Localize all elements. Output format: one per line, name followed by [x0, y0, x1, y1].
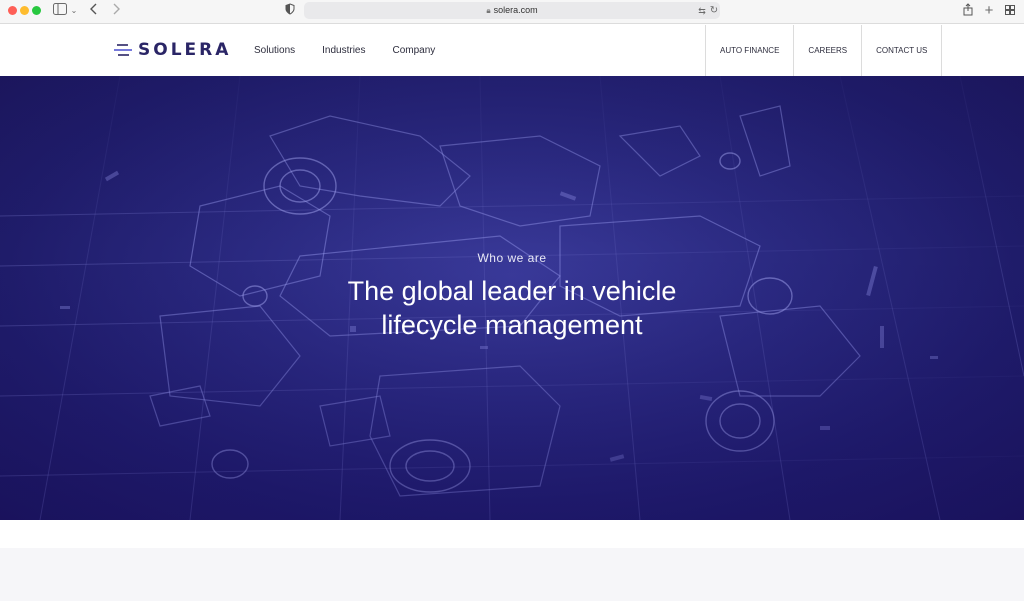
zoom-window-button[interactable] — [32, 6, 41, 15]
auto-finance-link[interactable]: AUTO FINANCE — [705, 25, 793, 76]
hero-kicker: Who we are — [477, 251, 547, 265]
hero-section: Who we are The global leader in vehicle … — [0, 76, 1024, 520]
logo-mark-icon — [114, 44, 132, 56]
chevron-left-icon[interactable] — [88, 3, 100, 19]
contact-us-link[interactable]: CONTACT US — [861, 25, 941, 76]
url-text: solera.com — [493, 5, 538, 15]
utility-nav: AUTO FINANCE CAREERS CONTACT US — [705, 25, 943, 76]
tab-overview-icon[interactable] — [1004, 3, 1016, 19]
nav-industries[interactable]: Industries — [322, 45, 365, 56]
section-spacer — [0, 520, 1024, 548]
reload-icon[interactable]: ↻ — [708, 3, 720, 19]
logo-wordmark: SOLERA — [138, 40, 232, 60]
minimize-window-button[interactable] — [20, 6, 29, 15]
share-icon[interactable] — [961, 3, 975, 19]
chevron-down-icon[interactable]: ⌄ — [70, 3, 78, 19]
plus-icon[interactable]: + — [983, 3, 995, 19]
address-bar[interactable]: 🔒︎ solera.com ⇆ ↻ — [304, 2, 720, 19]
main-nav: Solutions Industries Company — [254, 25, 462, 76]
site-header: SOLERA Solutions Industries Company AUTO… — [0, 25, 1024, 76]
chevron-right-icon[interactable] — [110, 3, 122, 19]
sidebar-icon[interactable] — [52, 3, 68, 19]
nav-solutions[interactable]: Solutions — [254, 45, 295, 56]
shield-icon[interactable] — [284, 3, 296, 19]
close-window-button[interactable] — [8, 6, 17, 15]
hero-title: The global leader in vehicle lifecycle m… — [347, 276, 677, 340]
nav-company[interactable]: Company — [393, 45, 436, 56]
translate-icon[interactable]: ⇆ — [696, 3, 708, 19]
careers-link[interactable]: CAREERS — [793, 25, 861, 76]
solera-logo[interactable]: SOLERA — [114, 40, 231, 60]
browser-toolbar: ⌄ 🔒︎ solera.com ⇆ ↻ + — [0, 0, 1024, 24]
lock-icon: 🔒︎ — [486, 6, 491, 15]
next-section — [0, 548, 1024, 601]
